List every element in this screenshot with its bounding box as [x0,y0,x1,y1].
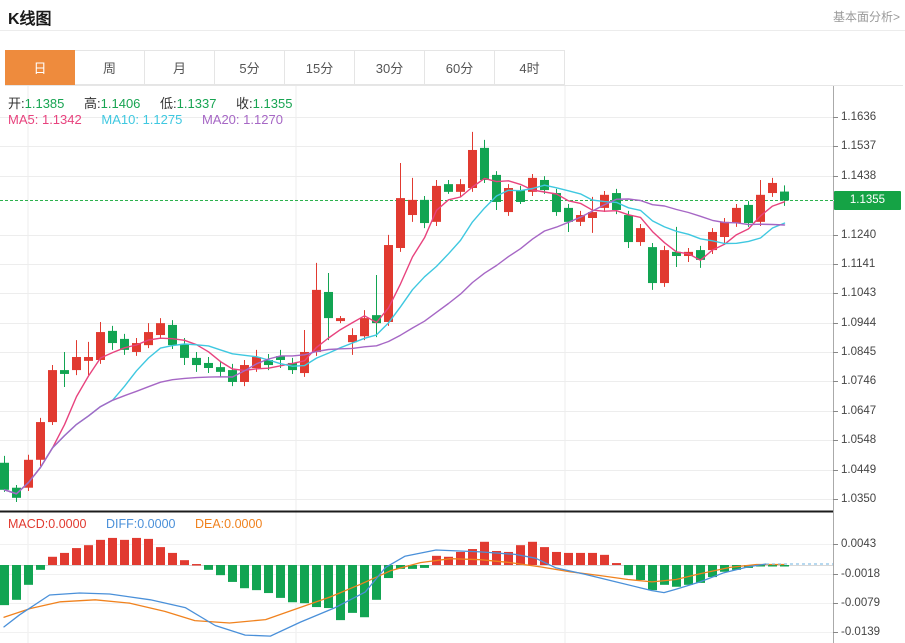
tab-日[interactable]: 日 [5,50,75,85]
page-title: K线图 [8,5,52,29]
low-label: 低: [160,96,177,111]
tab-周[interactable]: 周 [75,50,145,85]
price-axis-label: 1.1240 [841,228,876,242]
tab-5分[interactable]: 5分 [215,50,285,85]
ma10-value: 1.1275 [143,112,183,127]
ma20-value: 1.1270 [243,112,283,127]
ma10-label: MA10: [101,112,139,127]
price-axis-label: 1.1537 [841,139,876,153]
ma-legend: MA5: 1.1342 MA10: 1.1275 MA20: 1.1270 [8,112,299,127]
price-axis-label: 1.0647 [841,404,876,418]
price-axis-label: 1.1438 [841,169,876,183]
price-axis-label: 1.0350 [841,492,876,506]
ma5-label: MA5: [8,112,38,127]
macd-axis-label: 0.0043 [841,537,876,551]
macd-axis-label: -0.0139 [841,625,880,639]
close-value: 1.1355 [253,96,293,111]
close-label: 收: [236,96,253,111]
open-label: 开: [8,96,25,111]
price-axis-label: 1.0449 [841,463,876,477]
price-axis-label: 1.1636 [841,110,876,124]
macd-axis-label: -0.0018 [841,567,880,581]
ohlc-legend: 开:1.1385 高:1.1406 低:1.1337 收:1.1355 [8,93,308,112]
diff-value: 0.0000 [137,517,175,531]
high-value: 1.1406 [101,96,141,111]
tab-月[interactable]: 月 [145,50,215,85]
dea-value: 0.0000 [224,517,262,531]
macd-value: 0.0000 [48,517,86,531]
macd-label: MACD: [8,517,48,531]
price-axis-label: 1.0944 [841,316,876,330]
open-value: 1.1385 [25,96,65,111]
price-axis-label: 1.0845 [841,345,876,359]
price-axis-label: 1.0548 [841,433,876,447]
fundamental-analysis-link[interactable]: 基本面分析> [833,8,900,25]
tab-60分[interactable]: 60分 [425,50,495,85]
diff-label: DIFF: [106,517,137,531]
macd-axis-label: -0.0079 [841,596,880,610]
tab-30分[interactable]: 30分 [355,50,425,85]
price-axis-label: 1.1141 [841,257,875,271]
macd-legend: MACD:0.0000 DIFF:0.0000 DEA:0.0000 [8,517,278,531]
low-value: 1.1337 [177,96,217,111]
last-price-badge: 1.1355 [834,191,901,210]
ma5-value: 1.1342 [42,112,82,127]
tab-15分[interactable]: 15分 [285,50,355,85]
price-axis-label: 1.0746 [841,374,876,388]
dea-label: DEA: [195,517,224,531]
high-label: 高: [84,96,101,111]
period-tab-bar: 日周月5分15分30分60分4时 [5,50,903,86]
price-axis-label: 1.1043 [841,286,876,300]
ma20-label: MA20: [202,112,240,127]
tab-4时[interactable]: 4时 [495,50,565,85]
